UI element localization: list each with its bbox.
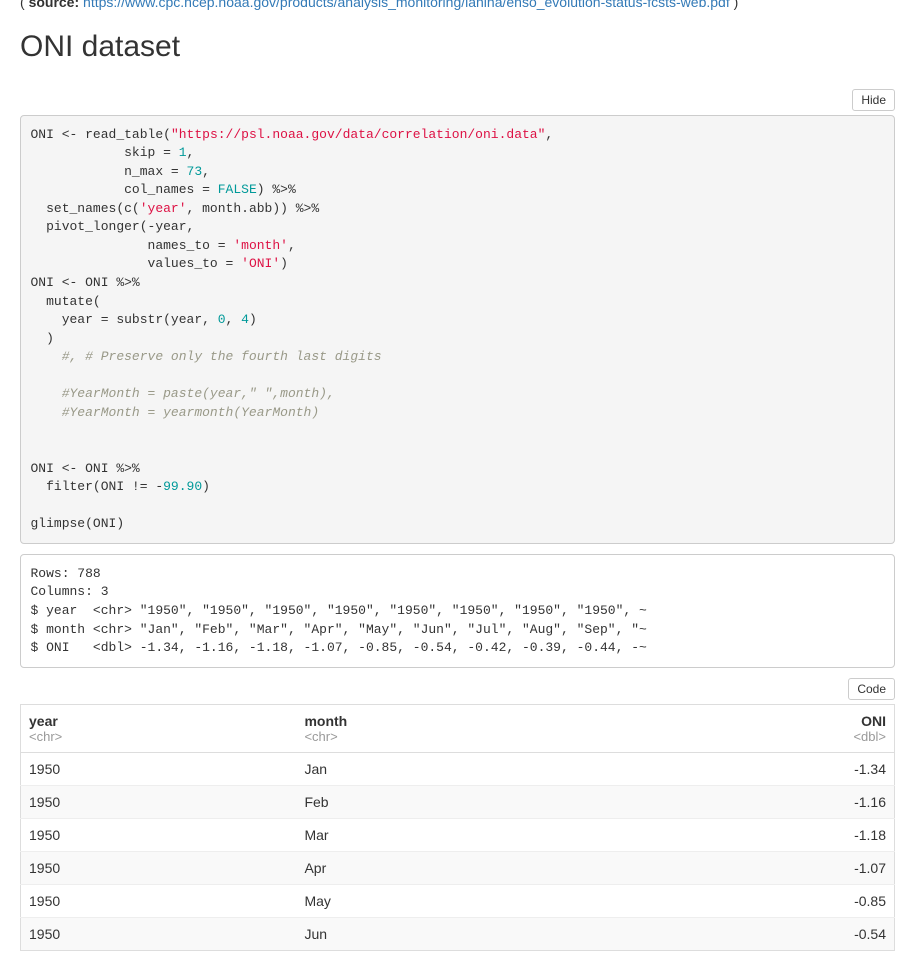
data-table: year month ONI <chr> <chr> <dbl> 1950Jan… [20, 704, 895, 951]
code-button[interactable]: Code [848, 678, 895, 700]
col-type-oni: <dbl> [622, 729, 894, 753]
code-block: ONI <- read_table("https://psl.noaa.gov/… [20, 115, 895, 544]
source-line: ( source: https://www.cpc.ncep.noaa.gov/… [20, 0, 895, 10]
table-row: 1950May-0.85 [21, 885, 895, 918]
code-button-row: Code [20, 678, 895, 700]
cell-year: 1950 [21, 885, 297, 918]
table-row: 1950Mar-1.18 [21, 819, 895, 852]
col-header-month: month [296, 705, 622, 730]
table-types-row: <chr> <chr> <dbl> [21, 729, 895, 753]
cell-year: 1950 [21, 918, 297, 951]
cell-month: Jan [296, 753, 622, 786]
hide-button[interactable]: Hide [852, 89, 895, 111]
cell-month: Mar [296, 819, 622, 852]
table-row: 1950Jun-0.54 [21, 918, 895, 951]
col-type-month: <chr> [296, 729, 622, 753]
cell-month: Apr [296, 852, 622, 885]
cell-month: Feb [296, 786, 622, 819]
cell-year: 1950 [21, 753, 297, 786]
cell-month: May [296, 885, 622, 918]
source-link[interactable]: https://www.cpc.ncep.noaa.gov/products/a… [83, 0, 730, 10]
cell-oni: -1.16 [622, 786, 894, 819]
source-label: source: [29, 0, 80, 10]
cell-year: 1950 [21, 786, 297, 819]
cell-month: Jun [296, 918, 622, 951]
cell-oni: -1.34 [622, 753, 894, 786]
source-suffix: ) [730, 0, 739, 10]
cell-year: 1950 [21, 819, 297, 852]
section-title: ONI dataset [20, 30, 895, 64]
table-row: 1950Feb-1.16 [21, 786, 895, 819]
table-row: 1950Jan-1.34 [21, 753, 895, 786]
col-header-oni: ONI [622, 705, 894, 730]
hide-button-row: Hide [20, 89, 895, 111]
cell-oni: -0.85 [622, 885, 894, 918]
output-block: Rows: 788 Columns: 3 $ year <chr> "1950"… [20, 554, 895, 668]
col-header-year: year [21, 705, 297, 730]
source-prefix: ( [20, 0, 29, 10]
table-row: 1950Apr-1.07 [21, 852, 895, 885]
cell-oni: -0.54 [622, 918, 894, 951]
cell-oni: -1.07 [622, 852, 894, 885]
col-type-year: <chr> [21, 729, 297, 753]
cell-year: 1950 [21, 852, 297, 885]
table-header-row: year month ONI [21, 705, 895, 730]
cell-oni: -1.18 [622, 819, 894, 852]
